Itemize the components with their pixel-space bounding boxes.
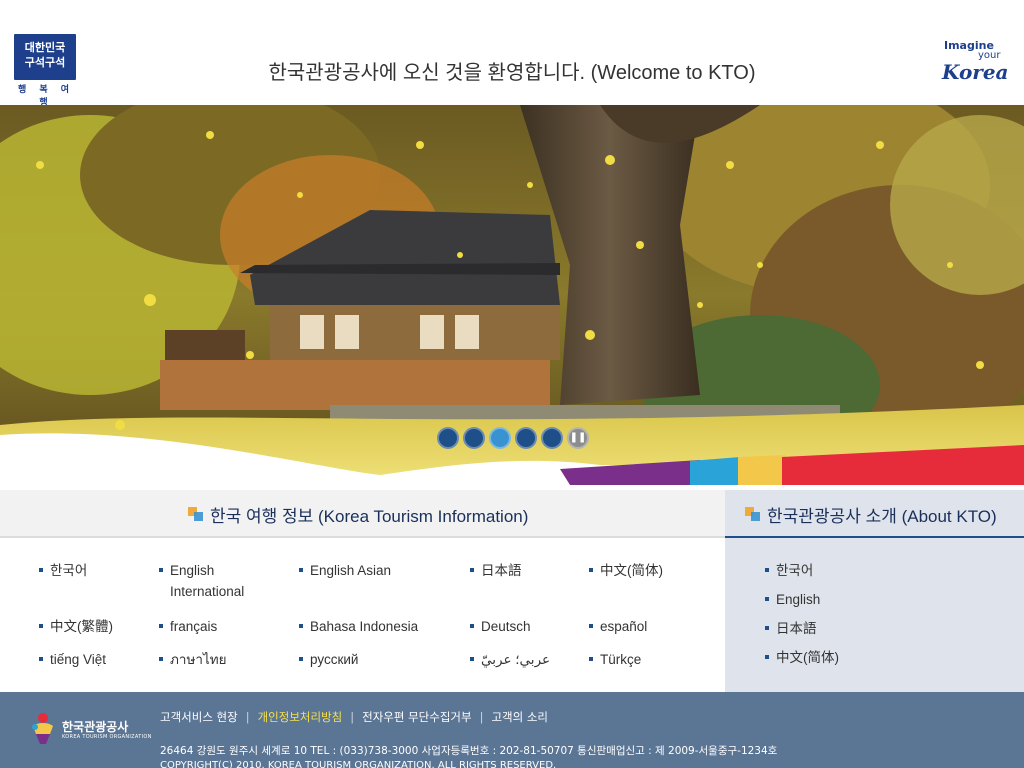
about-link-japanese[interactable]: 日本語 [765,618,817,639]
slide-dot-5[interactable] [541,427,563,449]
tourism-language-list: 한국어 English International English Asian … [0,538,725,692]
lang-link-german[interactable]: Deutsch [470,616,531,637]
footer-logo-subtext: KOREA TOURISM ORGANIZATION [62,734,152,740]
separator: | [479,710,484,724]
footer-link-email-refusal[interactable]: 전자우편 무단수집거부 [362,710,471,724]
pause-icon[interactable]: ❚❚ [567,427,589,449]
tourism-info-title: 한국 여행 정보 (Korea Tourism Information) [210,507,529,526]
footer-links: 고객서비스 현장 | 개인정보처리방침 | 전자우편 무단수집거부 | 고객의 소리 [160,709,548,725]
slide-dot-3[interactable] [489,427,511,449]
square-bullet-icon [188,506,204,523]
lang-link-vietnamese[interactable]: tiếng Việt [38,649,106,670]
lang-link-japanese[interactable]: 日本語 [470,560,522,581]
slide-dot-4[interactable] [515,427,537,449]
lang-link-french[interactable]: français [158,616,217,637]
welcome-message: 한국관광공사에 오신 것을 환영합니다. (Welcome to KTO) [268,62,756,84]
lang-link-spanish[interactable]: español [588,616,647,637]
kto-footer-logo: 한국관광공사 KOREA TOURISM ORGANIZATION [30,712,151,748]
footer-logo-text: 한국관광공사 [62,720,129,734]
about-kto-title-wrap: 한국관광공사 소개 (About KTO) [745,502,997,527]
square-bullet-icon [745,506,761,523]
lang-link-russian[interactable]: русский [298,649,358,670]
footer-link-customer-voice[interactable]: 고객의 소리 [491,710,548,724]
about-kto-language-list: 한국어 English 日本語 中文(简体) [725,538,1024,692]
imagine-your-korea-logo[interactable]: Imagine your Korea [940,40,1014,90]
lang-link-arabic[interactable]: عربي؛ عربيّ [469,649,550,670]
slide-dot-1[interactable] [437,427,459,449]
separator: | [245,710,250,724]
footer-link-privacy-policy[interactable]: 개인정보처리방침 [258,710,343,724]
kto-emblem-icon [32,713,53,744]
logo-text-korea: Korea [942,60,1009,84]
tourism-info-title-wrap: 한국 여행 정보 (Korea Tourism Information) [188,502,528,527]
footer-address: 26464 강원도 원주시 세계로 10 TEL : (033)738-3000… [160,745,778,757]
lang-link-turkish[interactable]: Türkçe [588,649,641,670]
slide-dot-2[interactable] [463,427,485,449]
footer: 한국관광공사 KOREA TOURISM ORGANIZATION 고객서비스 … [0,692,1024,768]
slide-indicator: ❚❚ [437,427,589,449]
lang-link-korean[interactable]: 한국어 [38,560,87,581]
lang-link-chinese-simplified[interactable]: 中文(简体) [589,560,663,581]
separator: | [350,710,355,724]
about-kto-header: 한국관광공사 소개 (About KTO) [725,490,1024,538]
footer-link-customer-charter[interactable]: 고객서비스 현장 [160,710,238,724]
header: 대한민국 구석구석 행 복 여 행 한국관광공사에 오신 것을 환영합니다. (… [0,0,1024,108]
about-link-chinese-simplified[interactable]: 中文(简体) [765,647,839,668]
about-kto-title: 한국관광공사 소개 (About KTO) [767,507,997,526]
lang-link-thai[interactable]: ภาษาไทย [159,649,227,670]
lang-link-english-asian[interactable]: English Asian [298,560,391,581]
tourism-info-header: 한국 여행 정보 (Korea Tourism Information) [0,490,725,538]
about-link-korean[interactable]: 한국어 [764,560,813,581]
lang-link-indonesian[interactable]: Bahasa Indonesia [298,616,418,637]
footer-copyright: COPYRIGHT(C) 2010. KOREA TOURISM ORGANIZ… [160,760,557,768]
about-link-english[interactable]: English [764,589,820,610]
lang-link-english-international[interactable]: English International [159,560,270,602]
lang-link-chinese-traditional[interactable]: 中文(繁體) [39,616,113,637]
brand-logo-line-1: 대한민국 [24,41,66,54]
